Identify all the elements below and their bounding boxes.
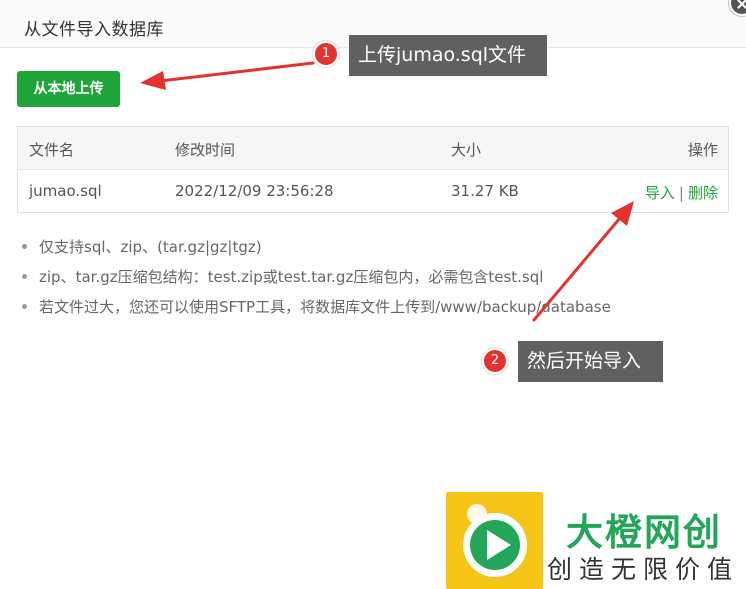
watermark-name: 大橙网创 [566,511,722,554]
step-1-callout: 上传jumao.sql文件 [349,35,547,76]
arrow-2 [532,201,634,322]
annotation-arrows [140,61,634,322]
watermark-logo [446,492,543,589]
play-icon [463,504,527,577]
step-1-badge: 1 [313,41,339,67]
step-2-badge: 2 [482,348,508,374]
arrow-1 [140,61,315,90]
watermark-slogan: 创造无限价值 [547,555,740,584]
step-2-callout: 然后开始导入 [518,341,663,382]
